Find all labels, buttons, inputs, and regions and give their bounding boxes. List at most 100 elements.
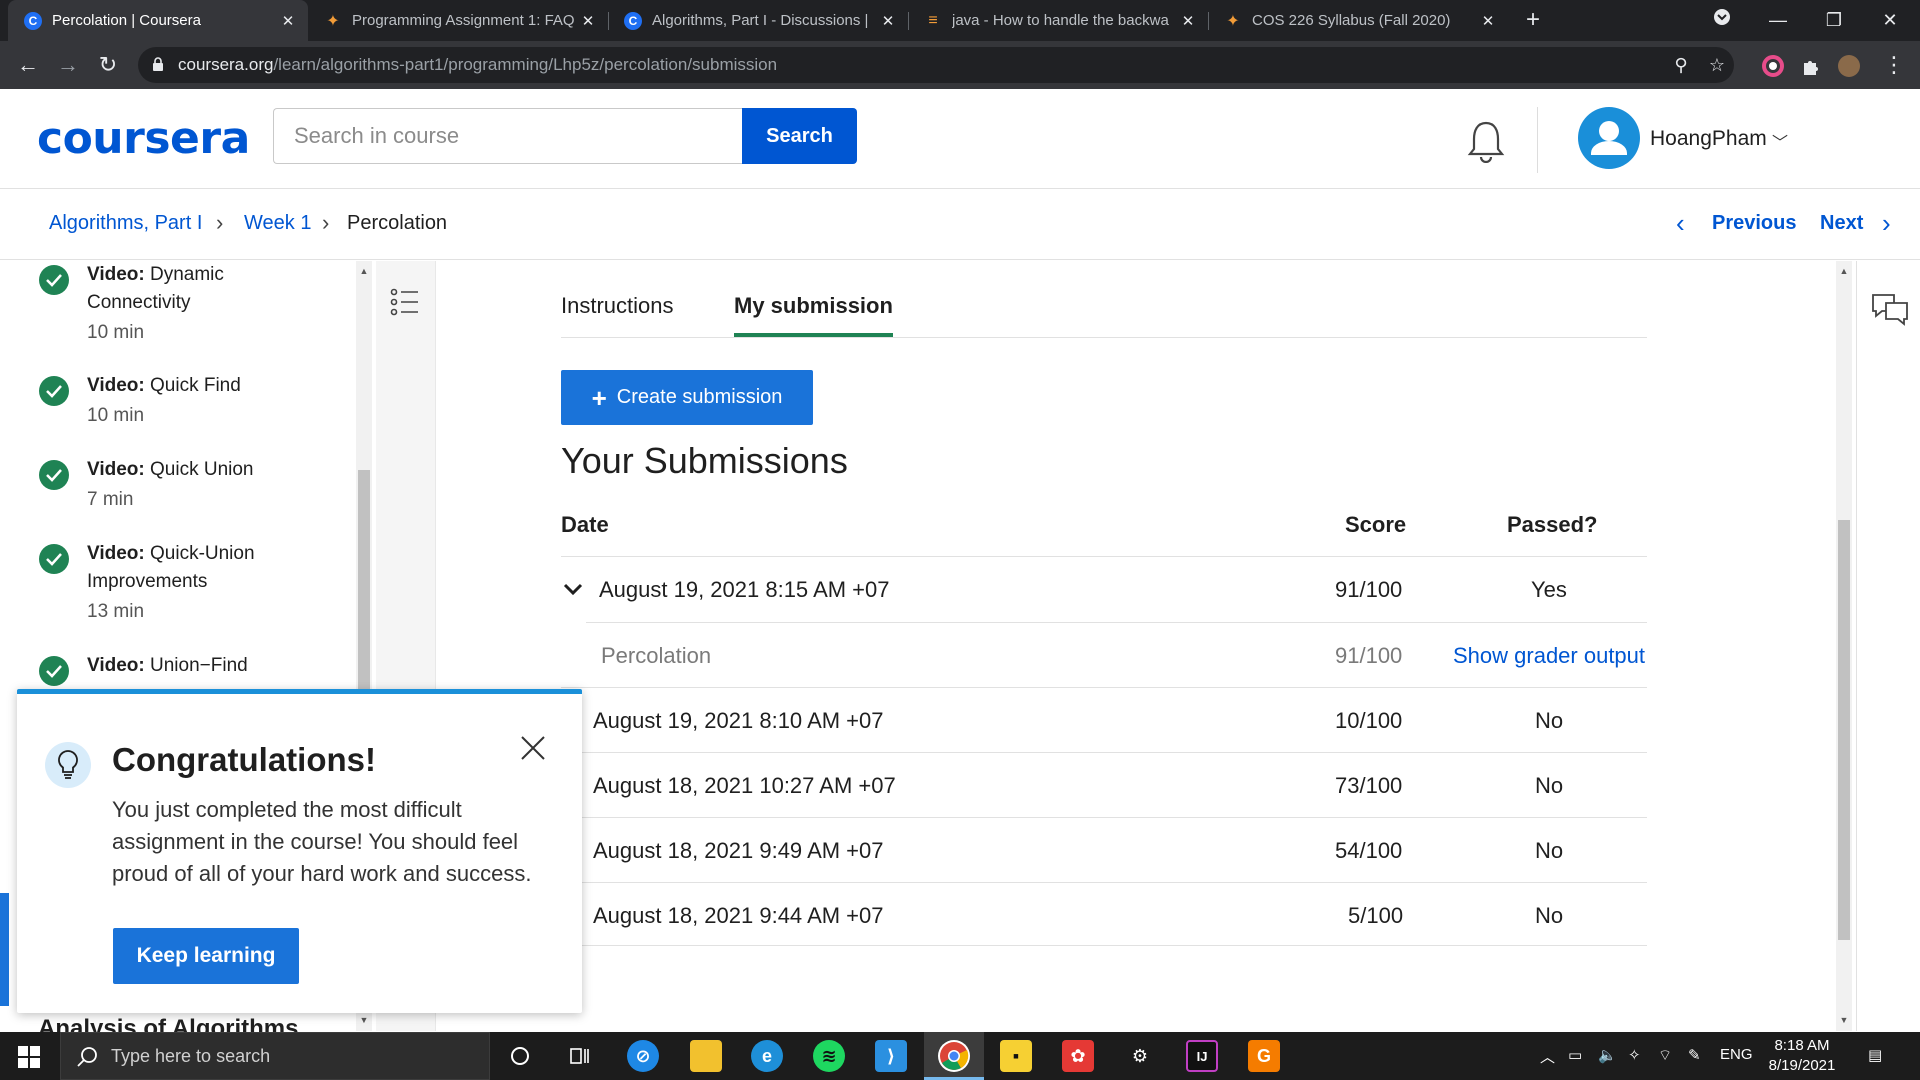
url-path: /learn/algorithms-part1/programming/Lhp5… [273, 55, 778, 74]
browser-tab-stackoverflow[interactable]: ≡ java - How to handle the backwa ✕ [908, 0, 1208, 41]
vscode-icon[interactable]: ⟩ [875, 1040, 907, 1072]
pen-icon[interactable]: ✎ [1688, 1046, 1701, 1064]
forward-button[interactable]: → [54, 51, 82, 79]
clock-date: 8/19/2021 [1768, 1057, 1836, 1074]
browser-tab-percolation[interactable]: C Percolation | Coursera ✕ [8, 0, 308, 41]
back-button[interactable]: ← [14, 51, 42, 79]
course-search-input[interactable] [273, 108, 743, 164]
close-tab-icon[interactable]: ✕ [878, 12, 898, 30]
completed-check-icon [39, 376, 69, 406]
submission-row-expanded[interactable]: August 19, 2021 8:15 AM +07 91/100 Yes [561, 556, 1647, 620]
plus-icon: + [591, 382, 607, 413]
close-tab-icon[interactable]: ✕ [1178, 12, 1198, 30]
submission-passed: No [1535, 838, 1564, 863]
battery-icon[interactable]: ▭ [1568, 1046, 1582, 1064]
taskbar-search-placeholder: Type here to search [111, 1046, 271, 1066]
coursera-logo[interactable]: coursera [37, 113, 250, 164]
sidebar-scrollbar-thumb[interactable] [358, 470, 370, 695]
show-grader-output-link[interactable]: Show grader output [1453, 643, 1645, 669]
tab-search-icon[interactable] [1694, 0, 1750, 41]
browser-tab-syllabus[interactable]: ✦ COS 226 Syllabus (Fall 2020) ✕ [1208, 0, 1508, 41]
edge-browser-icon[interactable]: e [751, 1040, 783, 1072]
scroll-down-arrow-icon[interactable]: ▼ [1836, 1012, 1852, 1028]
sticky-notes-icon[interactable]: ▪ [1000, 1040, 1032, 1072]
tab-instructions[interactable]: Instructions [561, 293, 674, 333]
chevron-down-icon[interactable]: ﹀ [1772, 129, 1788, 153]
browser-tab-discussions[interactable]: C Algorithms, Part I - Discussions | ✕ [608, 0, 908, 41]
submission-row[interactable]: August 18, 2021 9:49 AM +07 54/100 No [561, 817, 1647, 881]
search-button[interactable]: Search [742, 108, 857, 164]
content-tabs: Instructions My submission [561, 275, 1647, 338]
sidebar-item-title: Video: Dynamic Connectivity [87, 261, 317, 317]
address-bar[interactable]: coursera.org/learn/algorithms-part1/prog… [138, 47, 1734, 83]
pdf-app-icon[interactable]: G [1248, 1040, 1280, 1072]
chat-bubbles-icon[interactable] [1870, 291, 1910, 329]
close-tab-icon[interactable]: ✕ [1478, 12, 1498, 30]
notification-bell-icon[interactable] [1466, 119, 1506, 163]
next-link[interactable]: Next [1820, 212, 1863, 235]
extensions-puzzle-icon[interactable] [1800, 55, 1822, 77]
close-window-button[interactable]: ✕ [1862, 0, 1918, 41]
previous-link[interactable]: Previous [1712, 212, 1796, 235]
create-submission-button[interactable]: + Create submission [561, 370, 813, 425]
close-icon[interactable] [517, 732, 549, 764]
dropbox-icon[interactable]: ✧ [1628, 1046, 1641, 1064]
close-tab-icon[interactable]: ✕ [278, 12, 298, 30]
column-header-passed: Passed? [1507, 512, 1598, 537]
safari-browser-icon[interactable]: ⊘ [627, 1040, 659, 1072]
submission-date: August 19, 2021 8:10 AM +07 [593, 708, 884, 733]
chevron-right-icon[interactable]: › [1882, 208, 1891, 239]
restore-window-button[interactable]: ❐ [1806, 0, 1862, 41]
new-tab-button[interactable]: + [1520, 8, 1546, 34]
calendar-app-icon[interactable]: ✿ [1062, 1040, 1094, 1072]
chrome-browser-icon[interactable] [938, 1040, 970, 1072]
chevron-left-icon[interactable]: ‹ [1676, 208, 1685, 239]
extension-ring-icon[interactable] [1762, 55, 1784, 77]
submission-score: 73/100 [1335, 773, 1403, 798]
browser-menu-icon[interactable]: ⋮ [1880, 51, 1908, 79]
create-submission-label: Create submission [616, 386, 783, 408]
user-name[interactable]: HoangPham [1650, 127, 1767, 151]
close-tab-icon[interactable]: ✕ [578, 12, 598, 30]
submission-passed: No [1535, 708, 1564, 733]
list-toggle-icon[interactable] [390, 287, 420, 317]
notification-center-icon[interactable]: ▤ [1868, 1046, 1882, 1064]
intellij-icon[interactable]: IJ [1186, 1040, 1218, 1072]
submission-row[interactable]: August 19, 2021 8:10 AM +07 10/100 No [561, 687, 1647, 751]
scroll-down-arrow-icon[interactable]: ▼ [356, 1012, 372, 1028]
taskbar-search-box[interactable]: Type here to search [60, 1032, 490, 1080]
coursera-header: coursera Search HoangPham ﹀ [0, 89, 1920, 189]
breadcrumb-course[interactable]: Algorithms, Part I [49, 212, 202, 235]
user-avatar[interactable] [1578, 107, 1640, 169]
volume-icon[interactable]: 🔈 [1598, 1046, 1617, 1064]
submission-row[interactable]: August 18, 2021 10:27 AM +07 73/100 No [561, 752, 1647, 816]
settings-gear-icon[interactable]: ⚙ [1124, 1040, 1156, 1072]
item-kind: Video: [87, 264, 145, 285]
windows-start-icon[interactable] [18, 1046, 40, 1068]
breadcrumb-week[interactable]: Week 1 [244, 212, 311, 235]
system-clock[interactable]: 8:18 AM 8/19/2021 [1757, 1036, 1847, 1076]
main-scrollbar-thumb[interactable] [1838, 520, 1850, 940]
task-view-icon[interactable] [564, 1040, 596, 1072]
reload-button[interactable]: ↻ [94, 51, 122, 79]
spotify-icon[interactable]: ≋ [813, 1040, 845, 1072]
zoom-icon[interactable]: ⚲ [1670, 54, 1692, 76]
item-kind: Video: [87, 543, 145, 564]
keep-learning-button[interactable]: Keep learning [113, 928, 299, 984]
minimize-window-button[interactable]: — [1750, 0, 1806, 41]
file-explorer-icon[interactable] [690, 1040, 722, 1072]
wifi-icon[interactable]: ⌔ [1658, 1046, 1672, 1065]
browser-tab-faq[interactable]: ✦ Programming Assignment 1: FAQ ✕ [308, 0, 608, 41]
scroll-up-arrow-icon[interactable]: ▲ [356, 263, 372, 279]
sidebar-item-title: Video: Union−Find [87, 652, 317, 680]
input-language[interactable]: ENG [1720, 1046, 1753, 1063]
cortana-icon[interactable] [504, 1040, 536, 1072]
chevron-down-icon[interactable] [563, 583, 583, 597]
tab-my-submission[interactable]: My submission [734, 293, 893, 337]
submission-row[interactable]: August 18, 2021 9:44 AM +07 5/100 No [561, 882, 1647, 946]
scroll-up-arrow-icon[interactable]: ▲ [1836, 263, 1852, 279]
bookmark-star-icon[interactable]: ☆ [1706, 54, 1728, 76]
show-hidden-icons-chevron[interactable]: ︿ [1540, 1046, 1555, 1067]
profile-avatar-icon[interactable] [1838, 55, 1860, 77]
submission-part-row: Percolation 91/100 Show grader output [586, 622, 1647, 686]
